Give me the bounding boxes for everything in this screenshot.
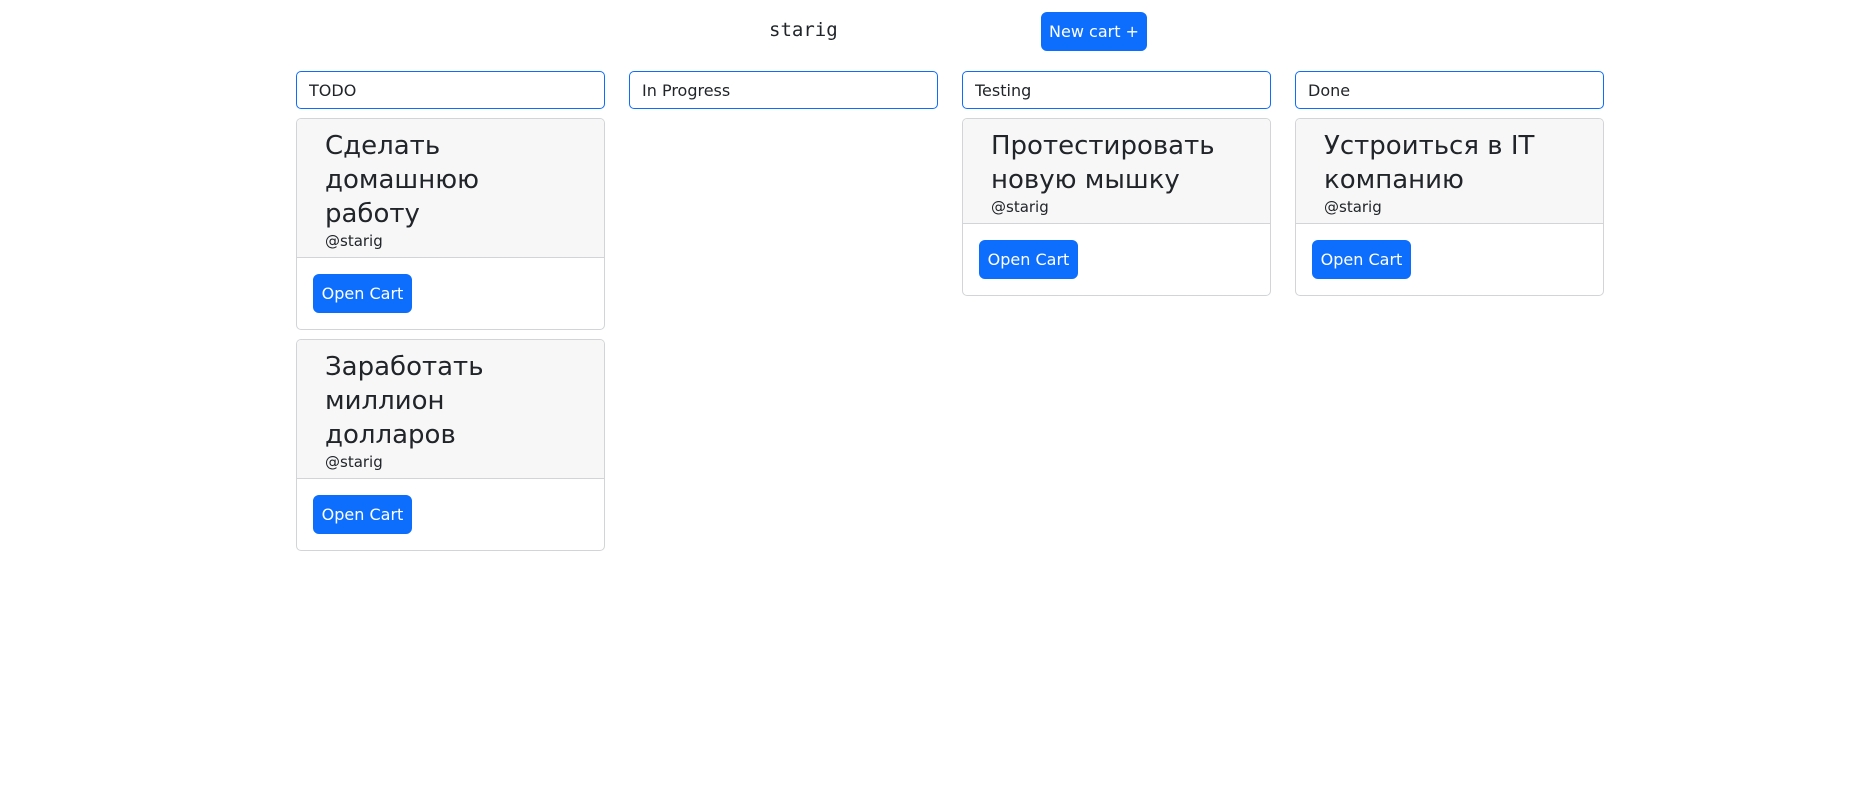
column-title-input[interactable] xyxy=(1295,71,1604,109)
card-author: @starig xyxy=(991,198,1049,216)
open-cart-button[interactable]: Open Cart xyxy=(979,240,1078,279)
card-body: Open Cart xyxy=(297,479,604,550)
column-in-progress xyxy=(629,71,938,551)
cart-card: Сделать домашнюю работу @starig Open Car… xyxy=(296,118,605,330)
card-header: Протестировать новую мышку @starig xyxy=(963,119,1270,224)
card-header: Сделать домашнюю работу @starig xyxy=(297,119,604,258)
header: starig New cart + xyxy=(0,0,1859,62)
username-label: starig xyxy=(769,19,838,41)
card-title: Протестировать новую мышку xyxy=(991,131,1215,195)
card-title: Сделать домашнюю работу xyxy=(325,131,479,229)
card-header: Устроиться в IT компанию @starig xyxy=(1296,119,1603,224)
new-cart-button[interactable]: New cart + xyxy=(1041,12,1147,51)
card-author: @starig xyxy=(325,453,383,471)
card-header: Заработать миллион долларов @starig xyxy=(297,340,604,479)
column-title-input[interactable] xyxy=(962,71,1271,109)
cart-card: Заработать миллион долларов @starig Open… xyxy=(296,339,605,551)
column-done: Устроиться в IT компанию @starig Open Ca… xyxy=(1295,71,1604,551)
column-todo: Сделать домашнюю работу @starig Open Car… xyxy=(296,71,605,551)
card-author: @starig xyxy=(325,232,383,250)
cart-card: Устроиться в IT компанию @starig Open Ca… xyxy=(1295,118,1604,296)
column-title-input[interactable] xyxy=(629,71,938,109)
card-title: Заработать миллион долларов xyxy=(325,352,484,450)
card-body: Open Cart xyxy=(1296,224,1603,295)
column-testing: Протестировать новую мышку @starig Open … xyxy=(962,71,1271,551)
card-body: Open Cart xyxy=(297,258,604,329)
card-author: @starig xyxy=(1324,198,1382,216)
open-cart-button[interactable]: Open Cart xyxy=(1312,240,1411,279)
cart-card: Протестировать новую мышку @starig Open … xyxy=(962,118,1271,296)
column-title-input[interactable] xyxy=(296,71,605,109)
card-title: Устроиться в IT компанию xyxy=(1324,131,1535,195)
card-body: Open Cart xyxy=(963,224,1270,295)
kanban-board: Сделать домашнюю работу @starig Open Car… xyxy=(296,71,1604,551)
open-cart-button[interactable]: Open Cart xyxy=(313,495,412,534)
open-cart-button[interactable]: Open Cart xyxy=(313,274,412,313)
